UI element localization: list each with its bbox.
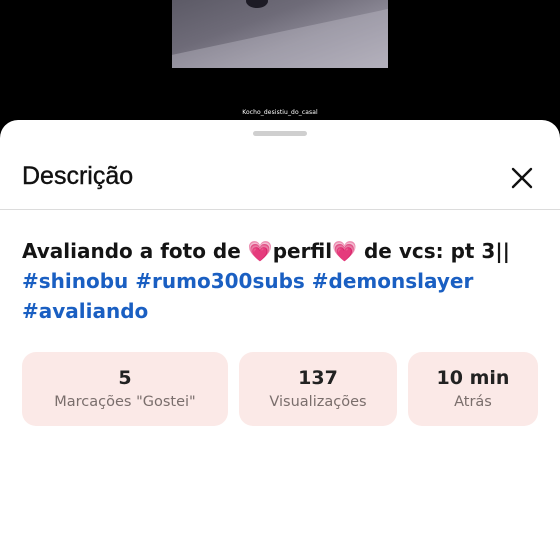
screen: Kocho_desistiu_do_casal Descrição Avalia…: [0, 0, 560, 560]
hashtag-avaliando[interactable]: #avaliando: [22, 299, 148, 323]
description-text: Avaliando a foto de 💗perfil💗 de vcs: pt …: [22, 236, 542, 326]
hashtag-shinobu[interactable]: #shinobu: [22, 269, 128, 293]
close-x-icon: [511, 167, 533, 189]
sheet-divider: [0, 209, 560, 210]
hashtag-demonslayer[interactable]: #demonslayer: [312, 269, 474, 293]
sheet-title: Descrição: [22, 162, 134, 190]
description-sheet: Descrição Avaliando a foto de 💗perfil💗 d…: [0, 120, 560, 560]
hashtag-rumo300subs[interactable]: #rumo300subs: [135, 269, 305, 293]
video-preview[interactable]: [172, 0, 388, 68]
stat-time-label: Atrás: [454, 394, 492, 410]
description-text-middle: perfil: [272, 239, 333, 263]
heart-emoji-icon: 💗: [332, 239, 358, 263]
stat-views: 137 Visualizações: [239, 352, 397, 426]
stat-views-value: 137: [298, 367, 338, 389]
video-preview-shape: [246, 0, 268, 8]
sheet-drag-handle[interactable]: [253, 131, 307, 136]
close-button[interactable]: [506, 162, 538, 194]
description-text-before: Avaliando a foto de: [22, 239, 248, 263]
description-text-after: de vcs: pt 3||: [357, 239, 510, 263]
video-watermark: Kocho_desistiu_do_casal: [242, 109, 318, 116]
stat-time: 10 min Atrás: [408, 352, 538, 426]
hashtag-list: #shinobu #rumo300subs #demonslayer #avali…: [22, 269, 473, 323]
stat-likes: 5 Marcações "Gostei": [22, 352, 228, 426]
stat-likes-label: Marcações "Gostei": [54, 394, 196, 410]
heart-emoji-icon: 💗: [247, 239, 273, 263]
stat-likes-value: 5: [118, 367, 132, 389]
stat-views-label: Visualizações: [269, 394, 367, 410]
stat-time-value: 10 min: [436, 367, 510, 389]
